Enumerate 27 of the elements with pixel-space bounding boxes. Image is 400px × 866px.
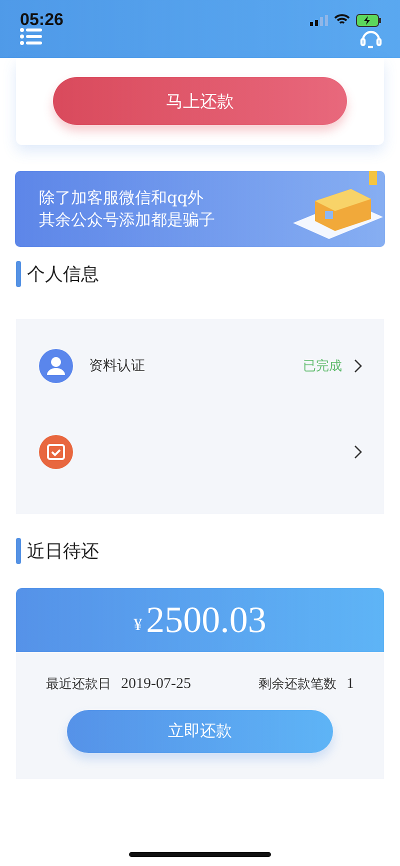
section-title: 个人信息 <box>27 263 99 286</box>
list-item[interactable] <box>39 433 362 471</box>
remaining-label: 剩余还款笔数 <box>258 677 336 692</box>
due-date: 2019-07-25 <box>121 676 191 692</box>
section-title: 近日待还 <box>27 540 99 563</box>
chevron-right-icon <box>354 359 362 373</box>
accent-bar <box>16 538 21 564</box>
wifi-icon <box>334 14 350 26</box>
repay-now-button[interactable]: 马上还款 <box>53 77 347 125</box>
remaining-count: 1 <box>346 676 354 692</box>
user-icon <box>39 349 73 383</box>
menu-icon[interactable] <box>20 28 42 45</box>
headset-icon[interactable] <box>360 28 382 50</box>
pay-now-button[interactable]: 立即还款 <box>67 710 333 753</box>
signal-icon <box>310 14 328 26</box>
item-label: 资料认证 <box>89 357 146 375</box>
chevron-right-icon <box>354 445 362 459</box>
accent-bar <box>16 261 21 287</box>
notice-text: 除了加客服微信和qq外 其余公众号添加都是骗子 <box>39 187 215 231</box>
battery-icon <box>356 14 382 26</box>
status-text: 已完成 <box>303 358 342 375</box>
amount-due: 2500.03 <box>146 598 266 642</box>
due-date-label: 最近还款日 <box>46 677 111 692</box>
currency-symbol: ¥ <box>134 615 142 635</box>
calendar-icon <box>39 435 73 469</box>
status-time: 05:26 <box>20 10 64 30</box>
list-item[interactable]: 资料认证 已完成 <box>39 347 362 385</box>
